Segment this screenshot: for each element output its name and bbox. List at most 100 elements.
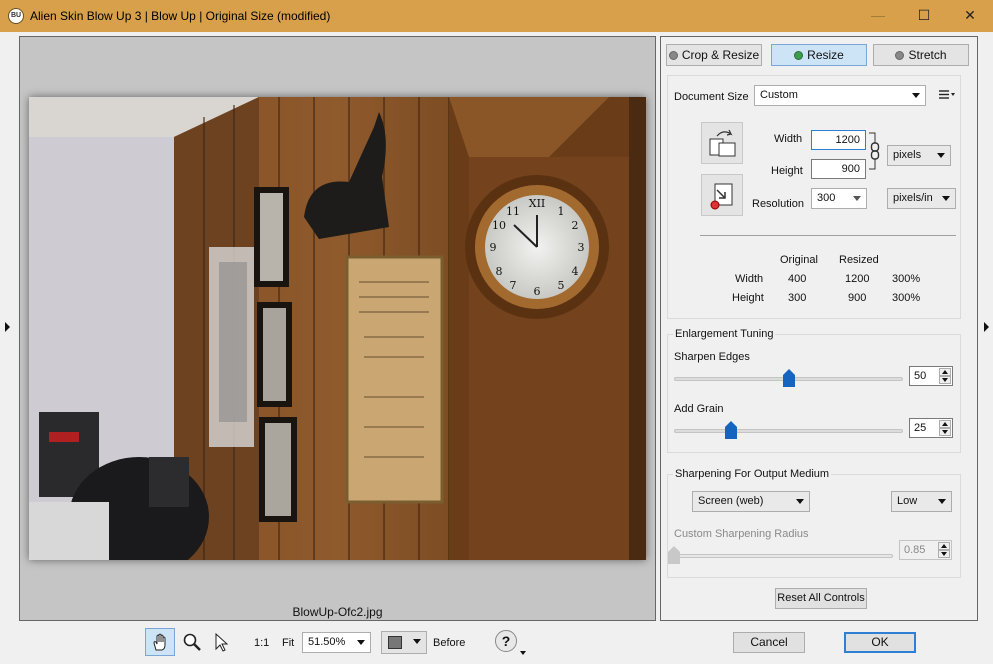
- help-icon[interactable]: ?: [495, 630, 517, 652]
- document-size-label: Document Size: [674, 91, 749, 103]
- color-swatch: [388, 636, 402, 649]
- before-label[interactable]: Before: [433, 637, 465, 649]
- app-icon: BU: [8, 8, 24, 24]
- width-field[interactable]: 1200: [811, 130, 866, 150]
- preview-area[interactable]: XII 3 69 12 45 78 10 11 BlowUp-Ofc2.jpg: [19, 36, 656, 621]
- custom-radius-stepper: 0.85: [899, 540, 952, 560]
- table-cell-resized: 900: [848, 292, 867, 304]
- cancel-button[interactable]: Cancel: [733, 632, 805, 653]
- custom-radius-slider: [674, 554, 893, 558]
- preview-image: XII 3 6 9 12 45 78 10 11: [29, 97, 646, 560]
- svg-text:2: 2: [572, 219, 579, 232]
- svg-text:9: 9: [490, 241, 497, 254]
- ok-button[interactable]: OK: [844, 632, 916, 653]
- custom-radius-value: 0.85: [904, 544, 926, 556]
- spin-up-icon[interactable]: [939, 368, 951, 376]
- expand-left-icon: [5, 322, 10, 332]
- original-header: Original: [780, 254, 818, 266]
- tab-crop-resize[interactable]: Crop & Resize: [666, 44, 762, 66]
- minimize-button[interactable]: —: [855, 0, 901, 32]
- expand-right-icon: [984, 322, 989, 332]
- slider-thumb[interactable]: [725, 421, 738, 439]
- select-tool-icon[interactable]: [207, 628, 237, 656]
- resolution-unit-select[interactable]: pixels/in: [887, 188, 956, 209]
- spin-down-icon[interactable]: [939, 428, 951, 436]
- settings-panel: Crop & Resize Resize Stretch Document Si…: [660, 36, 978, 621]
- resized-header: Resized: [839, 254, 879, 266]
- title-bar: BU Alien Skin Blow Up 3 | Blow Up | Orig…: [0, 0, 993, 32]
- svg-text:XII: XII: [529, 197, 546, 210]
- enlargement-tuning-group: Enlargement Tuning Sharpen Edges 50 Add …: [667, 328, 961, 453]
- before-color-select[interactable]: [381, 631, 427, 654]
- tab-resize[interactable]: Resize: [771, 44, 867, 66]
- slider-thumb: [668, 546, 680, 564]
- close-button[interactable]: ✕: [947, 0, 993, 32]
- svg-text:4: 4: [572, 265, 579, 278]
- spin-up-icon: [938, 542, 950, 550]
- resolution-select[interactable]: 300: [811, 188, 867, 209]
- table-cell-original: 300: [788, 292, 807, 304]
- output-medium-select[interactable]: Screen (web): [692, 491, 810, 512]
- resolution-unit-value: pixels/in: [893, 192, 933, 204]
- status-dot-icon: [668, 50, 678, 60]
- output-sharpening-group: Sharpening For Output Medium Screen (web…: [667, 468, 961, 578]
- height-field[interactable]: 900: [811, 159, 866, 179]
- menu-icon[interactable]: [938, 89, 956, 101]
- sharpen-edges-stepper[interactable]: 50: [909, 366, 953, 386]
- add-grain-slider[interactable]: [674, 429, 903, 433]
- divider: [700, 235, 956, 236]
- window-title: Alien Skin Blow Up 3 | Blow Up | Origina…: [30, 9, 331, 23]
- custom-radius-label: Custom Sharpening Radius: [674, 528, 809, 540]
- resolution-label: Resolution: [752, 198, 804, 210]
- filename-label: BlowUp-Ofc2.jpg: [292, 605, 383, 619]
- chevron-down-icon: [796, 499, 804, 504]
- table-cell-original: 400: [788, 273, 807, 285]
- svg-text:7: 7: [510, 279, 517, 292]
- chevron-down-icon: [853, 196, 861, 201]
- hand-tool-icon[interactable]: [145, 628, 175, 656]
- sharpening-strength-value: Low: [897, 495, 918, 507]
- chevron-down-icon: [937, 153, 945, 158]
- svg-text:8: 8: [496, 265, 503, 278]
- zoom-select[interactable]: 51.50%: [302, 632, 371, 653]
- status-dot-icon: [895, 50, 905, 60]
- tab-stretch[interactable]: Stretch: [873, 44, 969, 66]
- zoom-fit-button[interactable]: Fit: [282, 637, 294, 649]
- table-row-label: Height: [732, 292, 764, 304]
- table-row-label: Width: [735, 273, 764, 285]
- maximize-button[interactable]: ☐: [901, 0, 947, 32]
- spin-up-icon[interactable]: [939, 420, 951, 428]
- chevron-down-icon: [413, 639, 421, 644]
- document-size-select[interactable]: Custom: [754, 85, 926, 106]
- svg-text:1: 1: [558, 205, 565, 218]
- spin-down-icon: [938, 550, 950, 558]
- add-grain-value: 25: [914, 422, 927, 434]
- left-panel-toggle[interactable]: [0, 32, 14, 664]
- width-label: Width: [774, 133, 803, 145]
- svg-text:11: 11: [506, 205, 520, 218]
- swap-orientation-icon[interactable]: [701, 122, 743, 164]
- table-cell-percent: 300%: [892, 292, 921, 304]
- help-menu-arrow-icon[interactable]: [520, 651, 526, 655]
- chevron-down-icon: [912, 93, 920, 98]
- tab-label: Resize: [807, 48, 844, 62]
- right-panel-toggle[interactable]: [979, 32, 993, 664]
- fit-to-original-icon[interactable]: [701, 174, 743, 216]
- unit-value: pixels: [893, 149, 922, 161]
- svg-text:10: 10: [492, 219, 506, 232]
- svg-text:3: 3: [578, 241, 585, 254]
- resize-group: Document Size Custom Width 1200 Height 9…: [667, 75, 961, 319]
- add-grain-stepper[interactable]: 25: [909, 418, 953, 438]
- unit-select[interactable]: pixels: [887, 145, 951, 166]
- slider-thumb[interactable]: [782, 369, 795, 387]
- zoom-1to1-button[interactable]: 1:1: [254, 637, 269, 649]
- link-chain-icon[interactable]: [868, 131, 882, 171]
- zoom-tool-icon[interactable]: [177, 628, 207, 656]
- sharpening-strength-select[interactable]: Low: [891, 491, 952, 512]
- group-title: Sharpening For Output Medium: [673, 468, 832, 480]
- sharpen-edges-label: Sharpen Edges: [674, 351, 750, 363]
- tab-label: Crop & Resize: [681, 48, 760, 62]
- zoom-value: 51.50%: [308, 636, 346, 648]
- spin-down-icon[interactable]: [939, 376, 951, 384]
- reset-all-controls-button[interactable]: Reset All Controls: [775, 588, 867, 609]
